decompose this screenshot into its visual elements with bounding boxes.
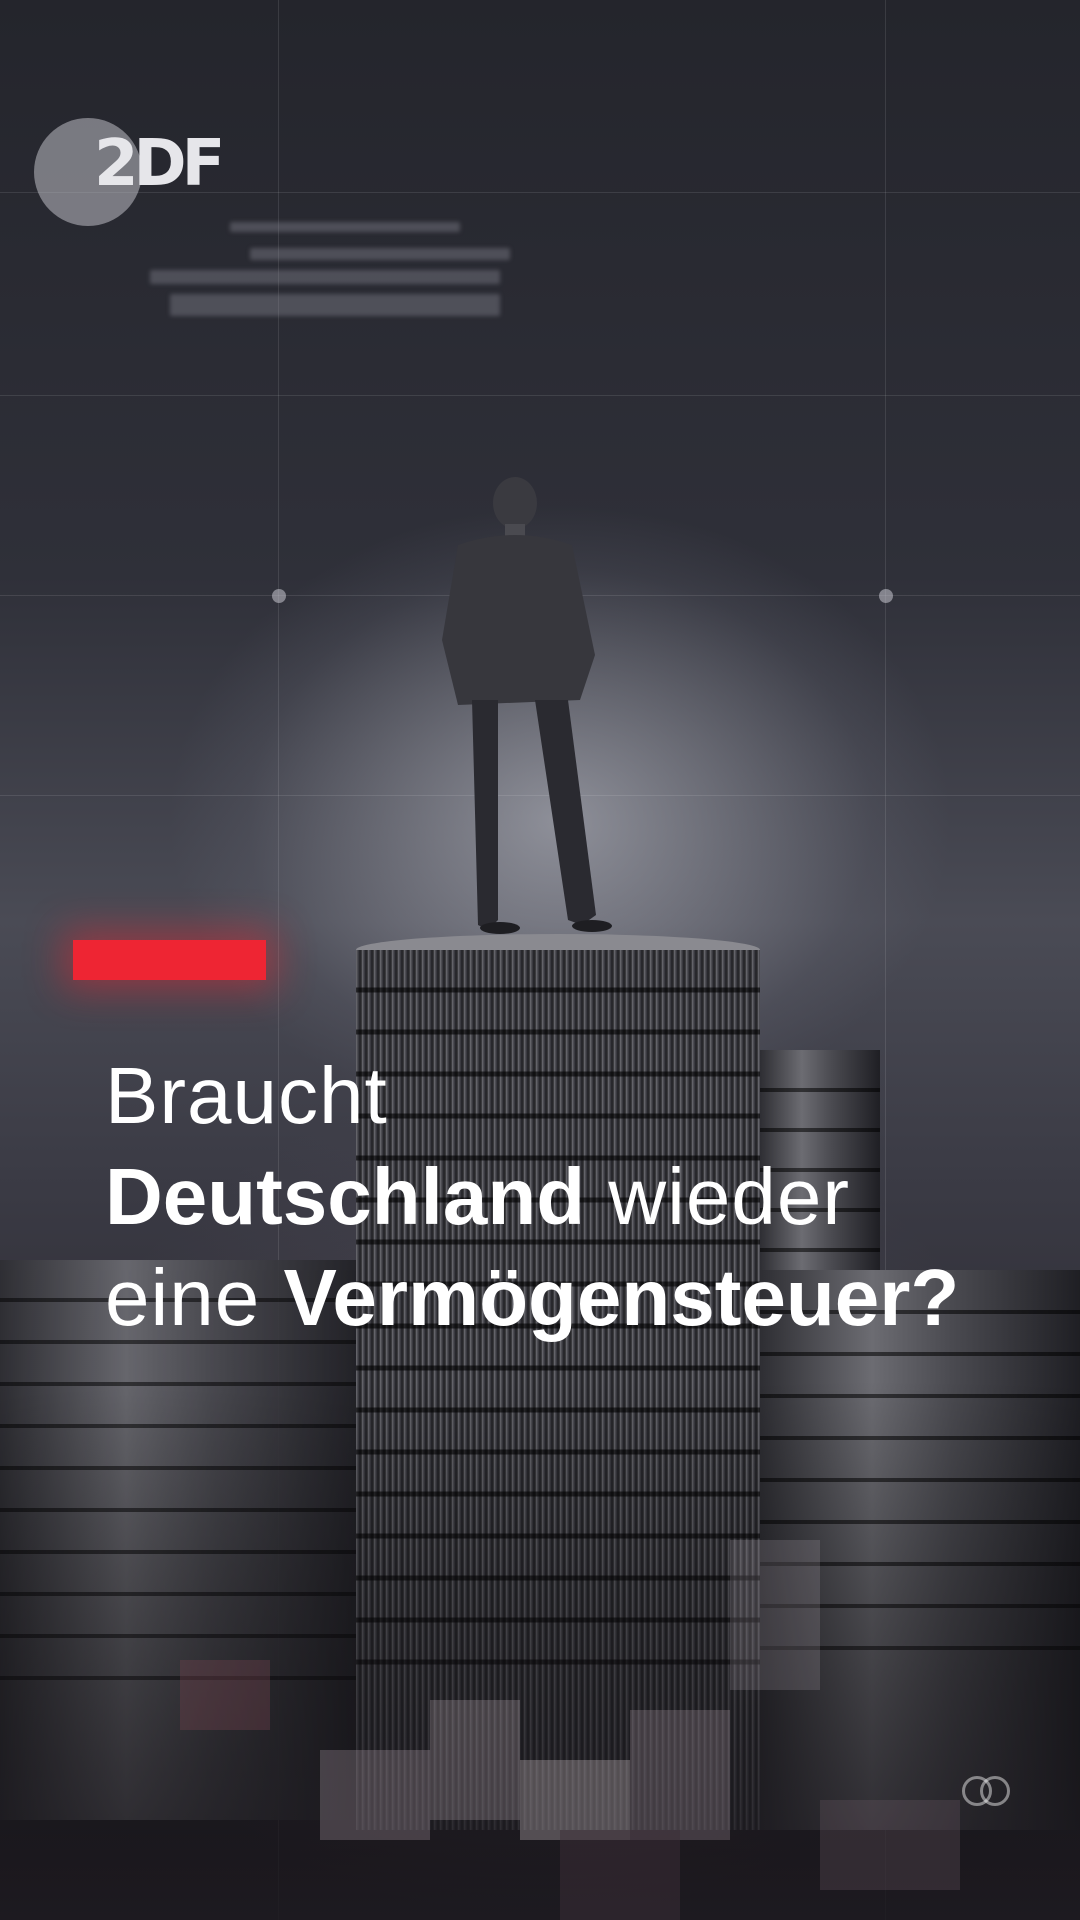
headline-line-2: Deutschland wieder	[105, 1146, 1045, 1247]
headline-text: wieder	[608, 1152, 850, 1241]
headline-bold-text: Deutschland	[105, 1152, 586, 1241]
zdf-logo: 2DF	[34, 118, 234, 228]
pixelated-overlay	[0, 1500, 1080, 1920]
double-circle-icon	[962, 1776, 1014, 1806]
headline-bold-text: Vermögensteuer?	[283, 1253, 960, 1342]
man-silhouette	[442, 477, 612, 934]
red-accent-bar	[73, 940, 266, 980]
headline: Braucht Deutschland wieder eine Vermögen…	[105, 1045, 1045, 1348]
background-image: 2DF Braucht Deutschland wieder eine Verm…	[0, 0, 1080, 1920]
logo-wordmark: 2DF	[94, 127, 225, 201]
headline-text: Braucht	[105, 1051, 388, 1140]
headline-text: eine	[105, 1253, 261, 1342]
headline-line-1: Braucht	[105, 1045, 1045, 1146]
headline-line-3: eine Vermögensteuer?	[105, 1247, 1045, 1348]
